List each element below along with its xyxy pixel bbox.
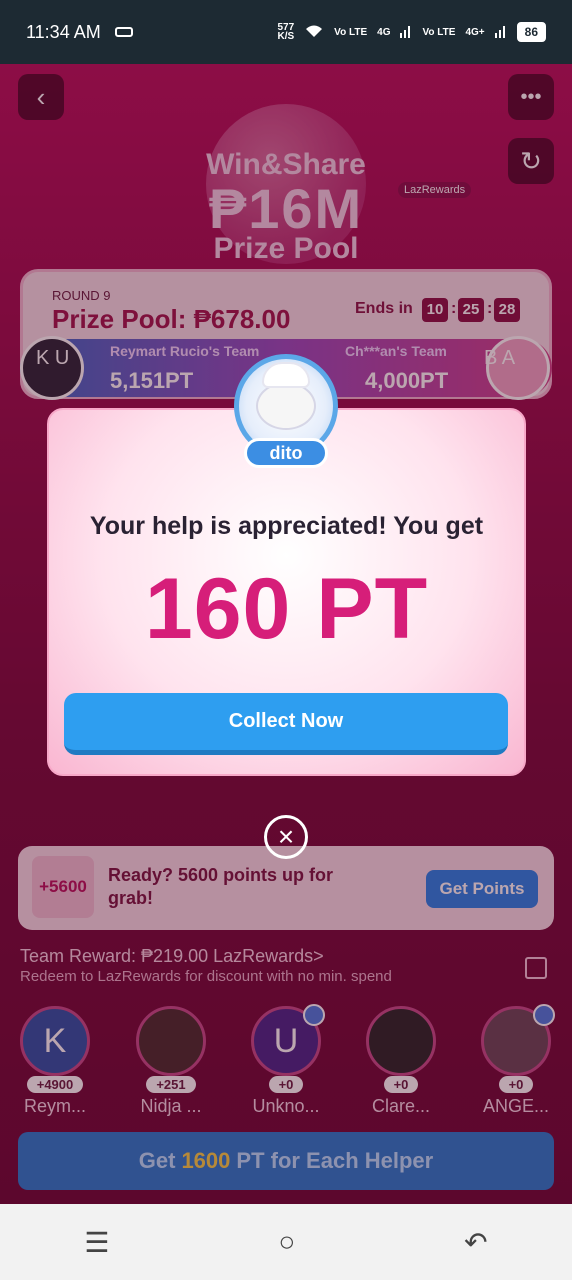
network-2: Vo LTE: [422, 26, 456, 38]
battery-indicator: 86: [516, 22, 546, 42]
seal-mascot-icon: [256, 382, 316, 430]
network-2-generation: 4G+: [465, 26, 485, 38]
notification-icon: [114, 27, 133, 37]
status-time: 11:34 AM: [26, 21, 101, 42]
network-1-generation: 4G: [377, 26, 391, 38]
modal-message: Your help is appreciated! You get: [89, 512, 484, 540]
close-icon: ×: [277, 821, 295, 852]
back-arrow-icon[interactable]: ↶: [464, 1226, 487, 1259]
menu-icon[interactable]: ☰: [84, 1226, 109, 1259]
chef-hat-icon: [262, 362, 310, 388]
status-indicators: 577 K/S Vo LTE 4G Vo LTE 4G+ 86: [277, 22, 546, 42]
signal-icon: [400, 24, 412, 41]
system-navbar: ☰ ○ ↶: [0, 1204, 572, 1280]
network-speed: 577 K/S: [277, 22, 295, 42]
status-bar: 11:34 AM 577 K/S Vo LTE 4G Vo LTE 4G+ 86: [0, 0, 572, 64]
dito-name-pill: dito: [244, 438, 328, 468]
home-circle-icon[interactable]: ○: [278, 1226, 295, 1258]
collect-now-button[interactable]: Collect Now: [64, 693, 508, 755]
network-1: Vo LTE: [334, 26, 368, 38]
signal-icon-2: [494, 24, 507, 41]
modal-points: 160 PT: [144, 561, 429, 657]
wifi-icon: [304, 23, 324, 42]
close-modal-button[interactable]: ×: [264, 815, 308, 859]
